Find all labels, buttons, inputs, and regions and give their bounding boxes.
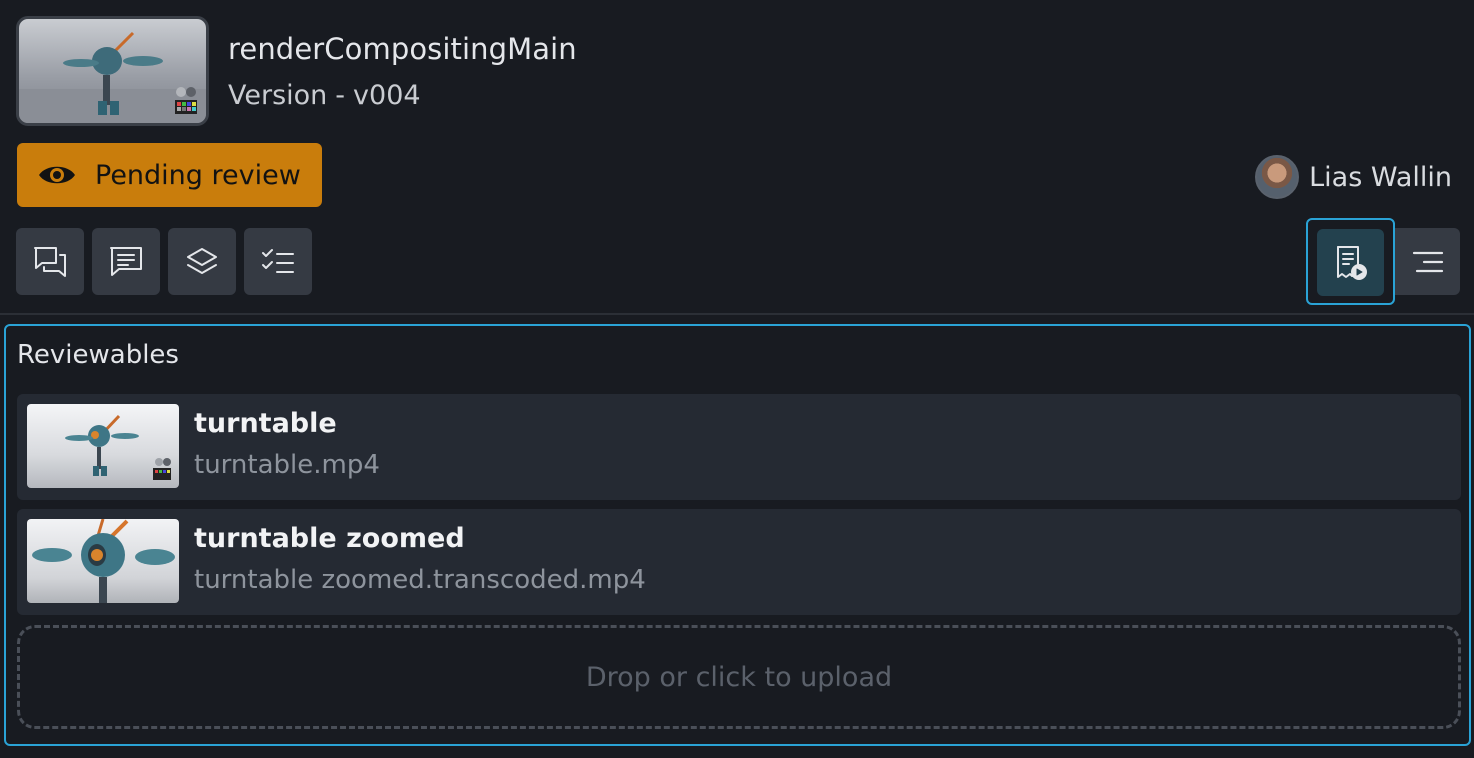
- user-name: Lias Wallin: [1309, 161, 1452, 193]
- comments-button[interactable]: [92, 228, 160, 295]
- reviewable-filename: turntable zoomed.transcoded.mp4: [194, 565, 646, 595]
- reviewable-thumbnail: [27, 519, 179, 603]
- dropzone-label: Drop or click to upload: [585, 661, 893, 693]
- reviewable-filename: turntable.mp4: [194, 450, 380, 480]
- robot-thumbnail-image: [65, 414, 171, 480]
- status-label: Pending review: [95, 159, 301, 191]
- reviewables-toggle-focus: [1306, 218, 1395, 305]
- assignee[interactable]: Lias Wallin: [1255, 155, 1452, 199]
- reviewable-item[interactable]: turntable zoomed turntable zoomed.transc…: [17, 509, 1461, 615]
- version-info: Version - v004: [228, 80, 421, 111]
- reviewable-name: turntable: [194, 408, 337, 439]
- doc-play-icon: [1336, 245, 1367, 280]
- reviewables-panel: Reviewables turntable turntable.mp4 turn…: [4, 324, 1471, 746]
- chat-bubbles-icon: [34, 246, 66, 277]
- menu-lines-icon: [1412, 251, 1443, 272]
- layers-icon: [187, 247, 217, 274]
- layers-button[interactable]: [168, 228, 236, 295]
- checklist-icon: [262, 248, 294, 273]
- comment-lines-icon: [110, 246, 142, 276]
- reviewable-item[interactable]: turntable turntable.mp4: [17, 394, 1461, 500]
- eye-icon: [39, 166, 75, 184]
- panel-title: Reviewables: [17, 340, 179, 370]
- status-badge[interactable]: Pending review: [17, 143, 322, 207]
- avatar: [1255, 155, 1300, 199]
- reviewable-name: turntable zoomed: [194, 523, 465, 554]
- version-thumbnail[interactable]: [16, 16, 209, 126]
- checklist-button[interactable]: [244, 228, 312, 295]
- version-label: Version: [228, 80, 328, 111]
- version-value[interactable]: v004: [353, 80, 421, 111]
- version-title: renderCompositingMain: [228, 32, 577, 66]
- activity-feed-button[interactable]: [16, 228, 84, 295]
- header-divider: [0, 313, 1474, 315]
- upload-dropzone[interactable]: Drop or click to upload: [17, 625, 1461, 729]
- robot-thumbnail-image: [19, 31, 206, 123]
- robot-thumbnail-image: [32, 519, 175, 603]
- reviewables-button[interactable]: [1317, 229, 1384, 296]
- reviewable-thumbnail: [27, 404, 179, 488]
- version-separator: -: [335, 80, 346, 111]
- details-button[interactable]: [1395, 228, 1460, 295]
